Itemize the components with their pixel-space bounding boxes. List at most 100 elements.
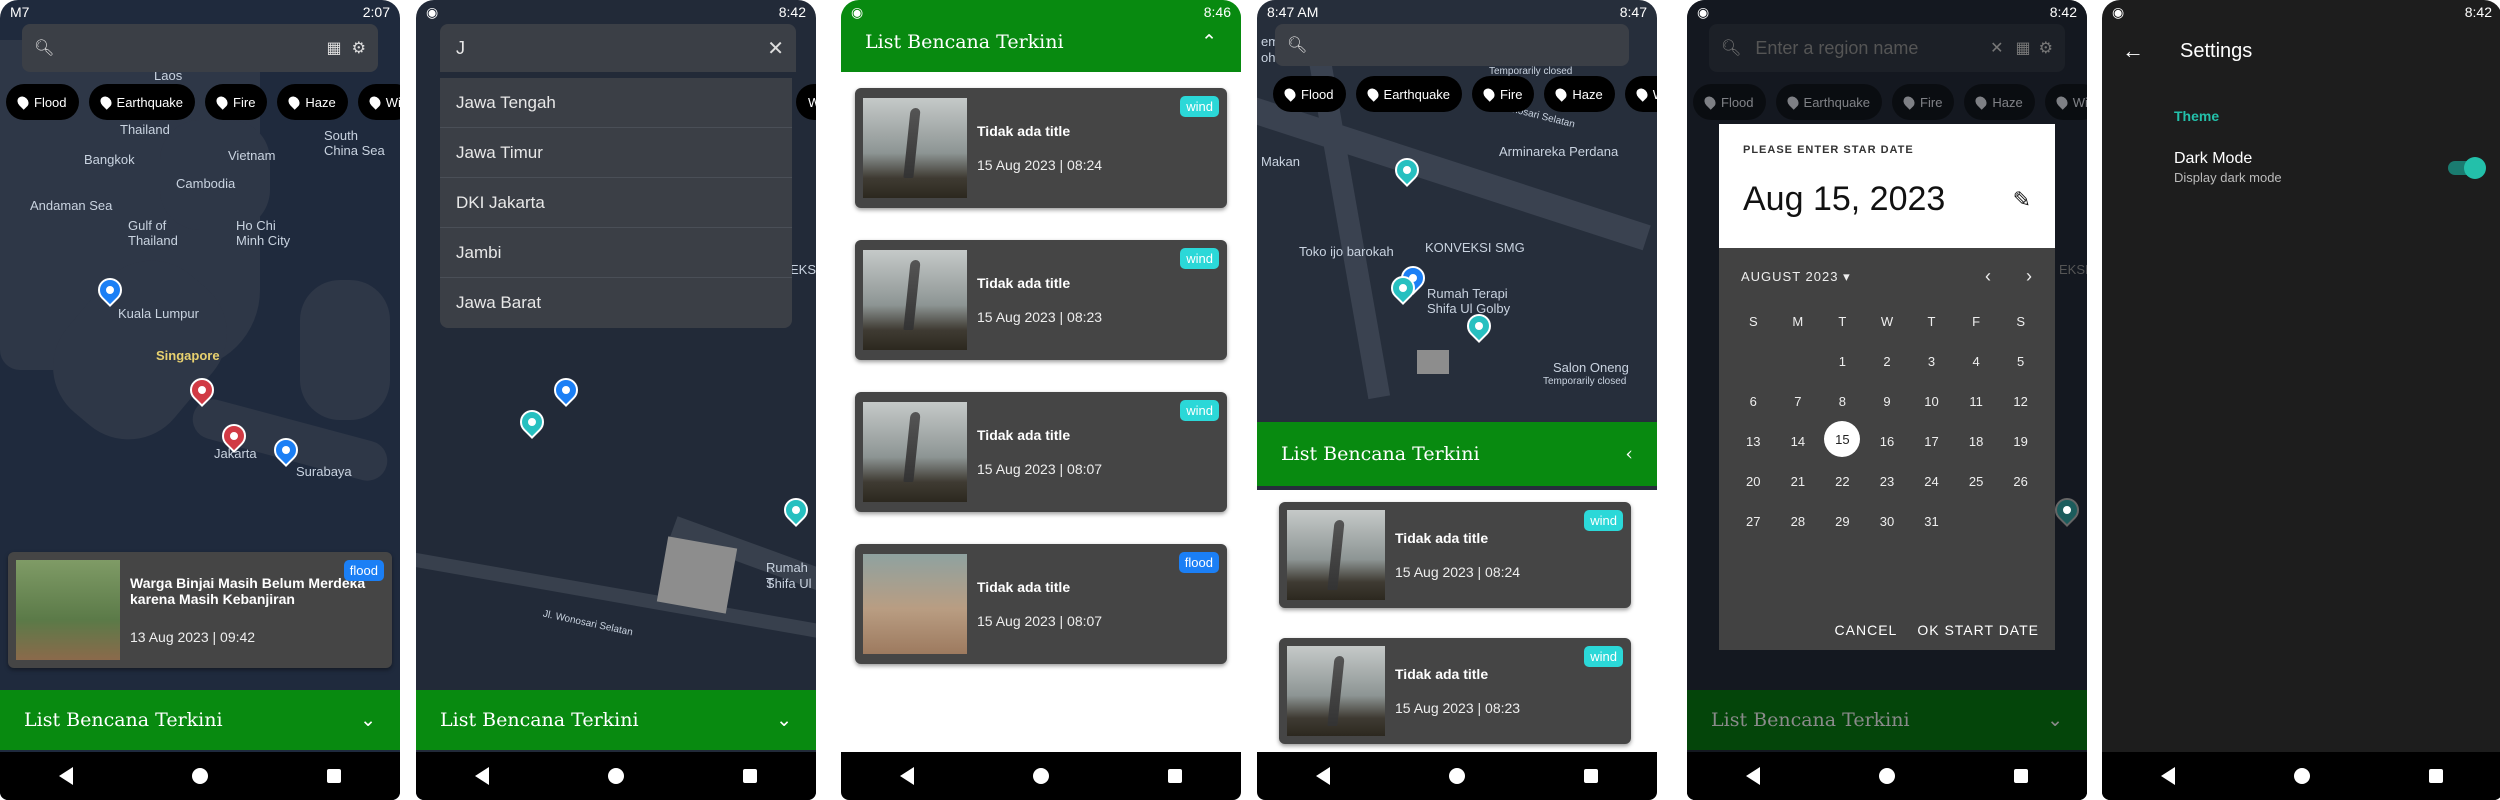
- disaster-card[interactable]: Tidak ada title 15 Aug 2023 | 08:07 flood: [855, 544, 1227, 664]
- calendar-day[interactable]: 23: [1869, 461, 1905, 501]
- close-icon[interactable]: ✕: [1990, 38, 2003, 58]
- back-arrow-icon[interactable]: ←: [2122, 38, 2144, 64]
- calendar-day[interactable]: 16: [1869, 421, 1905, 461]
- search-input[interactable]: Enter a region name: [1755, 38, 1990, 59]
- month-selector[interactable]: AUGUST 2023 ▾: [1741, 269, 1851, 285]
- suggestion-item[interactable]: Jawa Timur: [440, 128, 792, 178]
- search-bar[interactable]: J ✕: [440, 24, 796, 72]
- back-icon[interactable]: [900, 767, 915, 785]
- back-icon[interactable]: [59, 767, 74, 785]
- chip-earthquake[interactable]: Earthquake: [1775, 84, 1883, 120]
- search-bar[interactable]: 🔍︎ ▦ ⚙: [22, 24, 378, 72]
- search-bar[interactable]: 🔍︎: [1275, 24, 1629, 66]
- calendar-day[interactable]: 22: [1824, 461, 1860, 501]
- calendar-day[interactable]: 8: [1824, 381, 1860, 421]
- chip-fire[interactable]: Fire: [1892, 84, 1955, 120]
- calendar-day[interactable]: 28: [1780, 501, 1816, 541]
- calendar-day[interactable]: 7: [1780, 381, 1816, 421]
- chip-haze[interactable]: Haze: [277, 84, 348, 120]
- calendar-day[interactable]: 11: [1958, 381, 1994, 421]
- calendar-day[interactable]: 20: [1735, 461, 1771, 501]
- disaster-card[interactable]: Tidak ada title 15 Aug 2023 | 08:07 wind: [855, 392, 1227, 512]
- chip-haze[interactable]: Haze: [1544, 76, 1615, 112]
- chip-wind[interactable]: Wi: [357, 84, 400, 120]
- calendar-day[interactable]: 4: [1958, 341, 1994, 381]
- calendar-day[interactable]: [2003, 501, 2039, 541]
- calendar-day[interactable]: 27: [1735, 501, 1771, 541]
- calendar-day[interactable]: 31: [1914, 501, 1950, 541]
- calendar-day[interactable]: [1780, 341, 1816, 381]
- dark-mode-setting[interactable]: Dark Mode Display dark mode: [2174, 150, 2486, 185]
- calendar-icon[interactable]: ▦: [2016, 38, 2031, 58]
- calendar-day[interactable]: [1735, 341, 1771, 381]
- chip-wind[interactable]: Wi: [796, 84, 816, 120]
- cancel-button[interactable]: CANCEL: [1835, 622, 1898, 638]
- suggestion-item[interactable]: Jawa Tengah: [440, 78, 792, 128]
- home-icon[interactable]: [1032, 768, 1049, 784]
- suggestion-item[interactable]: Jawa Barat: [440, 278, 792, 328]
- calendar-day[interactable]: 30: [1869, 501, 1905, 541]
- calendar-day[interactable]: 29: [1824, 501, 1860, 541]
- calendar-day[interactable]: 10: [1914, 381, 1950, 421]
- disaster-card[interactable]: Tidak ada title 15 Aug 2023 | 08:24 wind: [855, 88, 1227, 208]
- dark-mode-toggle[interactable]: [2448, 156, 2486, 179]
- chip-earthquake[interactable]: Earthquake: [88, 84, 196, 120]
- list-header-bar[interactable]: List Bencana Terkini ‹: [1257, 422, 1657, 486]
- chip-haze[interactable]: Haze: [1964, 84, 2035, 120]
- search-bar[interactable]: 🔍︎ Enter a region name ✕ ▦ ⚙: [1709, 24, 2065, 72]
- calendar-day[interactable]: 9: [1869, 381, 1905, 421]
- suggestion-item[interactable]: Jambi: [440, 228, 792, 278]
- home-icon[interactable]: [1448, 768, 1465, 784]
- chip-flood[interactable]: Flood: [6, 84, 79, 120]
- suggestion-item[interactable]: DKI Jakarta: [440, 178, 792, 228]
- gear-icon[interactable]: ⚙: [352, 38, 366, 58]
- calendar-day[interactable]: 24: [1914, 461, 1950, 501]
- home-icon[interactable]: [191, 768, 208, 784]
- recents-icon[interactable]: [326, 769, 341, 783]
- recents-icon[interactable]: [1583, 769, 1598, 783]
- list-header-bar[interactable]: List Bencana Terkini ⌄: [1687, 690, 2087, 750]
- search-input[interactable]: J: [456, 38, 767, 59]
- back-icon[interactable]: [475, 767, 490, 785]
- chip-fire[interactable]: Fire: [1472, 76, 1535, 112]
- recents-icon[interactable]: [1167, 769, 1182, 783]
- chip-wind[interactable]: Wi: [1624, 76, 1657, 112]
- calendar-day-selected[interactable]: 15: [1824, 421, 1861, 457]
- calendar-day[interactable]: 13: [1735, 421, 1771, 461]
- calendar-icon[interactable]: ▦: [327, 38, 342, 58]
- list-header-bar[interactable]: List Bencana Terkini ⌄: [416, 690, 816, 750]
- ok-button[interactable]: OK START DATE: [1917, 622, 2039, 638]
- recents-icon[interactable]: [742, 769, 757, 783]
- back-icon[interactable]: [2161, 767, 2176, 785]
- home-icon[interactable]: [607, 768, 624, 784]
- list-header-bar[interactable]: List Bencana Terkini ⌄: [0, 690, 400, 750]
- recents-icon[interactable]: [2013, 769, 2028, 783]
- next-month-icon[interactable]: ›: [2026, 266, 2033, 287]
- calendar-day[interactable]: 3: [1914, 341, 1950, 381]
- calendar-day[interactable]: 18: [1958, 421, 1994, 461]
- calendar-day[interactable]: 1: [1824, 341, 1860, 381]
- calendar-day[interactable]: 2: [1869, 341, 1905, 381]
- prev-month-icon[interactable]: ‹: [1985, 266, 1992, 287]
- calendar-day[interactable]: 21: [1780, 461, 1816, 501]
- chip-flood[interactable]: Flood: [1693, 84, 1766, 120]
- disaster-card[interactable]: Tidak ada title 15 Aug 2023 | 08:24 wind: [1279, 502, 1631, 608]
- edit-icon[interactable]: ✎: [2013, 187, 2031, 213]
- gear-icon[interactable]: ⚙: [2039, 38, 2053, 58]
- calendar-day[interactable]: 26: [2003, 461, 2039, 501]
- close-icon[interactable]: ✕: [767, 36, 784, 61]
- disaster-card[interactable]: Tidak ada title 15 Aug 2023 | 08:23 wind: [1279, 638, 1631, 744]
- disaster-card[interactable]: Tidak ada title 15 Aug 2023 | 08:23 wind: [855, 240, 1227, 360]
- chip-flood[interactable]: Flood: [1273, 76, 1346, 112]
- calendar-day[interactable]: [1958, 501, 1994, 541]
- calendar-day[interactable]: 6: [1735, 381, 1771, 421]
- news-card[interactable]: Warga Binjai Masih Belum Merdeka karena …: [8, 552, 392, 668]
- calendar-day[interactable]: 14: [1780, 421, 1816, 461]
- chip-fire[interactable]: Fire: [205, 84, 268, 120]
- back-icon[interactable]: [1746, 767, 1761, 785]
- calendar-day[interactable]: 5: [2003, 341, 2039, 381]
- calendar-day[interactable]: 25: [1958, 461, 1994, 501]
- calendar-day[interactable]: 12: [2003, 381, 2039, 421]
- chip-earthquake[interactable]: Earthquake: [1355, 76, 1463, 112]
- recents-icon[interactable]: [2428, 769, 2443, 783]
